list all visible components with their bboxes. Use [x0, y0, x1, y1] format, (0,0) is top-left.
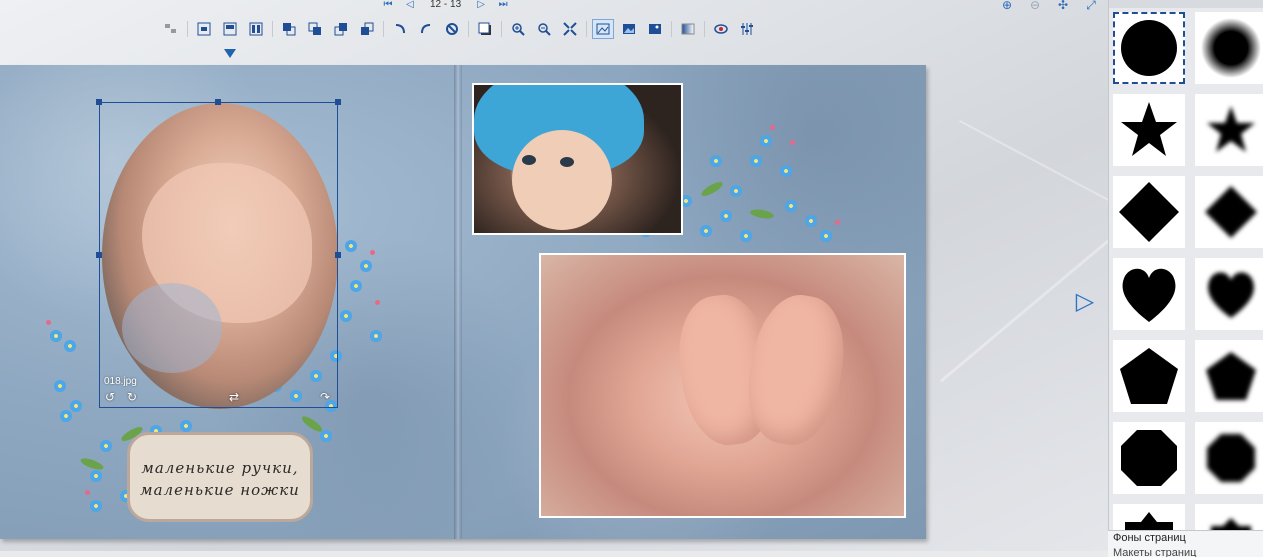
circle-mask-icon — [1121, 20, 1177, 76]
tab-page-backgrounds[interactable]: Фоны страниц — [1108, 531, 1263, 546]
image-filename: 018.jpg — [104, 376, 137, 387]
zoom-controls: ⊕ ⊖ ✣ ⤢ — [996, 0, 1102, 12]
album-spine — [454, 65, 462, 539]
zoom-in-button[interactable]: ⊕ — [996, 0, 1018, 12]
sliders-icon — [741, 23, 753, 35]
thumbnail-strip — [0, 551, 1108, 557]
tb-preview[interactable] — [710, 19, 732, 39]
soft-octagon-mask-icon — [1207, 434, 1255, 482]
tb-align-right[interactable] — [245, 19, 267, 39]
align-center-icon — [223, 22, 237, 36]
caption-line-1: маленькие ручки, — [141, 459, 299, 477]
photo-baby-feet[interactable] — [539, 253, 906, 518]
rotate-cw-icon[interactable]: ↻ — [125, 390, 139, 404]
fullscreen-button[interactable]: ⤢ — [1080, 0, 1102, 12]
tb-shadow[interactable] — [474, 19, 496, 39]
no-rotate-icon — [446, 23, 458, 35]
eye-icon — [714, 24, 728, 34]
selection-frame[interactable] — [96, 99, 341, 408]
zoom-out-button[interactable]: ⊖ — [1024, 0, 1046, 12]
photo-frame-icon — [596, 23, 610, 35]
tb-rotate-right[interactable] — [389, 19, 411, 39]
page-indicator: 12 - 13 — [430, 0, 462, 10]
align-icon — [197, 22, 211, 36]
caption-card[interactable]: маленькие ручки, маленькие ножки — [127, 432, 313, 522]
soft-circle-mask-icon — [1201, 18, 1261, 78]
tb-zoom-out-photo[interactable] — [533, 19, 555, 39]
image-icon — [623, 24, 635, 34]
mask-octagon-soft[interactable] — [1195, 422, 1263, 494]
edit-toolbar — [160, 18, 762, 40]
mask-diamond[interactable] — [1113, 176, 1185, 248]
zoom-in-icon — [512, 23, 525, 36]
workspace: ⏮ ◁ 12 - 13 ▷ ⏭ ⊕ ⊖ ✣ ⤢ 018.jpg ↺ ↻ ⇄ ↷ … — [0, 0, 1108, 557]
gradient-icon — [681, 23, 695, 35]
soft-pentagon-mask-icon — [1206, 352, 1256, 400]
soft-star-mask-icon — [1207, 106, 1255, 152]
tb-send-backward[interactable] — [356, 19, 378, 39]
mask-star-soft[interactable] — [1195, 94, 1263, 166]
page-navigation: ⏮ ◁ 12 - 13 ▷ ⏭ — [380, 0, 511, 10]
tb-photo[interactable] — [618, 19, 640, 39]
bring-forward-icon — [308, 22, 321, 35]
bring-front-icon — [283, 23, 296, 36]
flip-icon[interactable]: ↷ — [318, 390, 332, 404]
ungroup-icon — [165, 24, 176, 33]
send-back-icon — [334, 23, 347, 36]
swap-icon[interactable]: ⇄ — [227, 390, 241, 404]
fit-arrows-icon — [563, 22, 577, 36]
tb-align-center[interactable] — [219, 19, 241, 39]
mask-panel — [1108, 0, 1263, 557]
tb-ungroup[interactable] — [160, 19, 182, 39]
tb-photo-frame[interactable] — [592, 19, 614, 39]
soft-heart-mask-icon — [1208, 272, 1254, 318]
pentagon-mask-icon — [1120, 348, 1178, 404]
tb-fit-photo[interactable] — [559, 19, 581, 39]
prev-page-button[interactable]: ◁ — [402, 0, 418, 10]
photo-baby-face[interactable] — [472, 83, 683, 235]
shadow-icon — [478, 22, 491, 35]
tb-bring-front[interactable] — [278, 19, 300, 39]
mask-star[interactable] — [1113, 94, 1185, 166]
tb-align-left[interactable] — [193, 19, 215, 39]
tb-adjust[interactable] — [736, 19, 758, 39]
rotate-right-icon — [395, 24, 405, 34]
fit-page-button[interactable]: ✣ — [1052, 0, 1074, 12]
first-page-button[interactable]: ⏮ — [380, 0, 396, 10]
soft-diamond-mask-icon — [1205, 186, 1257, 238]
mask-heart[interactable] — [1113, 258, 1185, 330]
last-page-button[interactable]: ⏭ — [495, 0, 511, 10]
rotate-left-icon — [421, 24, 431, 34]
tb-reset-rotation[interactable] — [441, 19, 463, 39]
panel-tabs: Фоны страниц Макеты страниц — [1108, 530, 1263, 557]
toolbar-position-marker — [224, 49, 236, 58]
zoom-out-icon — [538, 23, 551, 36]
mask-circle[interactable] — [1113, 12, 1185, 84]
tb-photo-replace[interactable] — [644, 19, 666, 39]
tb-bring-forward[interactable] — [304, 19, 326, 39]
mask-pentagon-soft[interactable] — [1195, 340, 1263, 412]
mask-circle-soft[interactable] — [1195, 12, 1263, 84]
next-spread-icon[interactable]: ▷ — [1072, 290, 1098, 314]
send-backward-icon — [361, 22, 374, 35]
caption-line-2: маленькие ножки — [140, 481, 300, 499]
star-mask-icon — [1121, 102, 1177, 156]
tb-zoom-in-photo[interactable] — [507, 19, 529, 39]
tb-send-back[interactable] — [330, 19, 352, 39]
tb-gradient[interactable] — [677, 19, 699, 39]
mask-heart-soft[interactable] — [1195, 258, 1263, 330]
mask-diamond-soft[interactable] — [1195, 176, 1263, 248]
octagon-mask-icon — [1121, 430, 1177, 486]
mask-octagon[interactable] — [1113, 422, 1185, 494]
rotate-ccw-icon[interactable]: ↺ — [103, 390, 117, 404]
mask-pentagon[interactable] — [1113, 340, 1185, 412]
tab-page-layouts[interactable]: Макеты страниц — [1108, 546, 1263, 557]
next-page-button[interactable]: ▷ — [473, 0, 489, 10]
diamond-mask-icon — [1119, 182, 1179, 242]
tb-rotate-left[interactable] — [415, 19, 437, 39]
image-swap-icon — [649, 24, 661, 34]
columns-icon — [249, 22, 263, 36]
heart-mask-icon — [1122, 268, 1176, 322]
